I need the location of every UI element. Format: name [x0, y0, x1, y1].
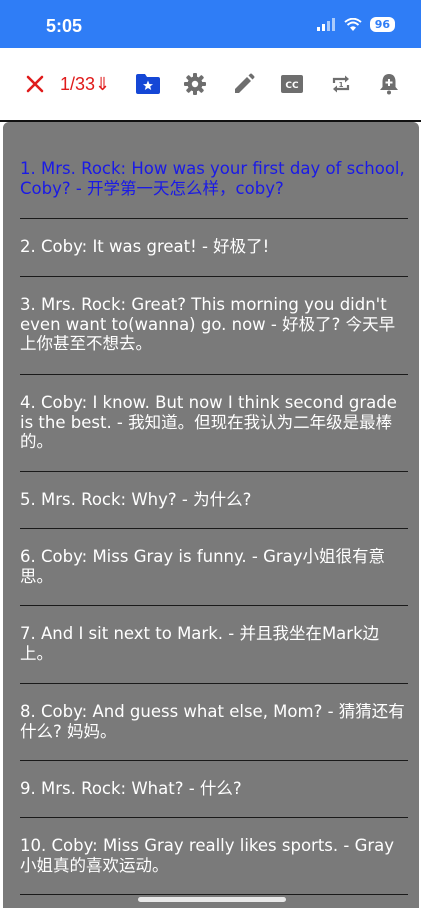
closed-caption-icon: CC: [281, 75, 303, 93]
settings-button[interactable]: [182, 70, 208, 98]
wifi-icon: [344, 17, 362, 31]
sentence-item-6[interactable]: 6. Coby: Miss Gray is funny. - Gray小姐很有意…: [20, 529, 408, 606]
svg-text:CC: CC: [285, 81, 299, 91]
sentence-item-5[interactable]: 5. Mrs. Rock: Why? - 为什么?: [20, 472, 408, 529]
sentence-counter[interactable]: 1/33⇓: [60, 70, 110, 98]
sentence-item-3[interactable]: 3. Mrs. Rock: Great? This morning you di…: [20, 277, 408, 375]
sentence-item-2[interactable]: 2. Coby: It was great! - 好极了!: [20, 219, 408, 277]
status-bar: 5:05 96: [0, 0, 421, 48]
toolbar: 1/33⇓ CC 1: [0, 48, 421, 122]
close-button[interactable]: [22, 70, 48, 98]
repeat-one-icon: 1: [332, 75, 350, 93]
subtitles-button[interactable]: CC: [279, 70, 305, 98]
reminder-button[interactable]: [376, 70, 402, 98]
pencil-icon: [235, 73, 255, 93]
sentence-item-10[interactable]: 10. Coby: Miss Gray really likes sports.…: [20, 818, 408, 895]
status-time: 5:05: [46, 16, 83, 36]
gear-icon: [184, 73, 206, 95]
sentence-item-7[interactable]: 7. And I sit next to Mark. - 并且我坐在Mark边上…: [20, 606, 408, 684]
sentence-panel: 1. Mrs. Rock: How was your first day of …: [3, 122, 419, 908]
sentence-item-4[interactable]: 4. Coby: I know. But now I think second …: [20, 375, 408, 472]
edit-button[interactable]: [231, 70, 257, 98]
close-icon: [26, 75, 44, 93]
battery-badge: 96: [369, 17, 395, 32]
svg-text:1: 1: [339, 81, 344, 89]
favorites-button[interactable]: [134, 70, 162, 98]
sentence-item-1[interactable]: 1. Mrs. Rock: How was your first day of …: [20, 122, 408, 219]
sentence-list: 1. Mrs. Rock: How was your first day of …: [20, 122, 408, 895]
star-folder-icon: [136, 74, 160, 94]
home-indicator[interactable]: [138, 897, 286, 902]
sentence-item-8[interactable]: 8. Coby: And guess what else, Mom? - 猜猜还…: [20, 684, 408, 761]
status-indicators: 96: [316, 17, 395, 32]
add-alarm-icon: [380, 74, 398, 95]
sentence-item-9[interactable]: 9. Mrs. Rock: What? - 什么?: [20, 761, 408, 818]
signal-icon: [316, 17, 335, 31]
repeat-button[interactable]: 1: [328, 70, 354, 98]
